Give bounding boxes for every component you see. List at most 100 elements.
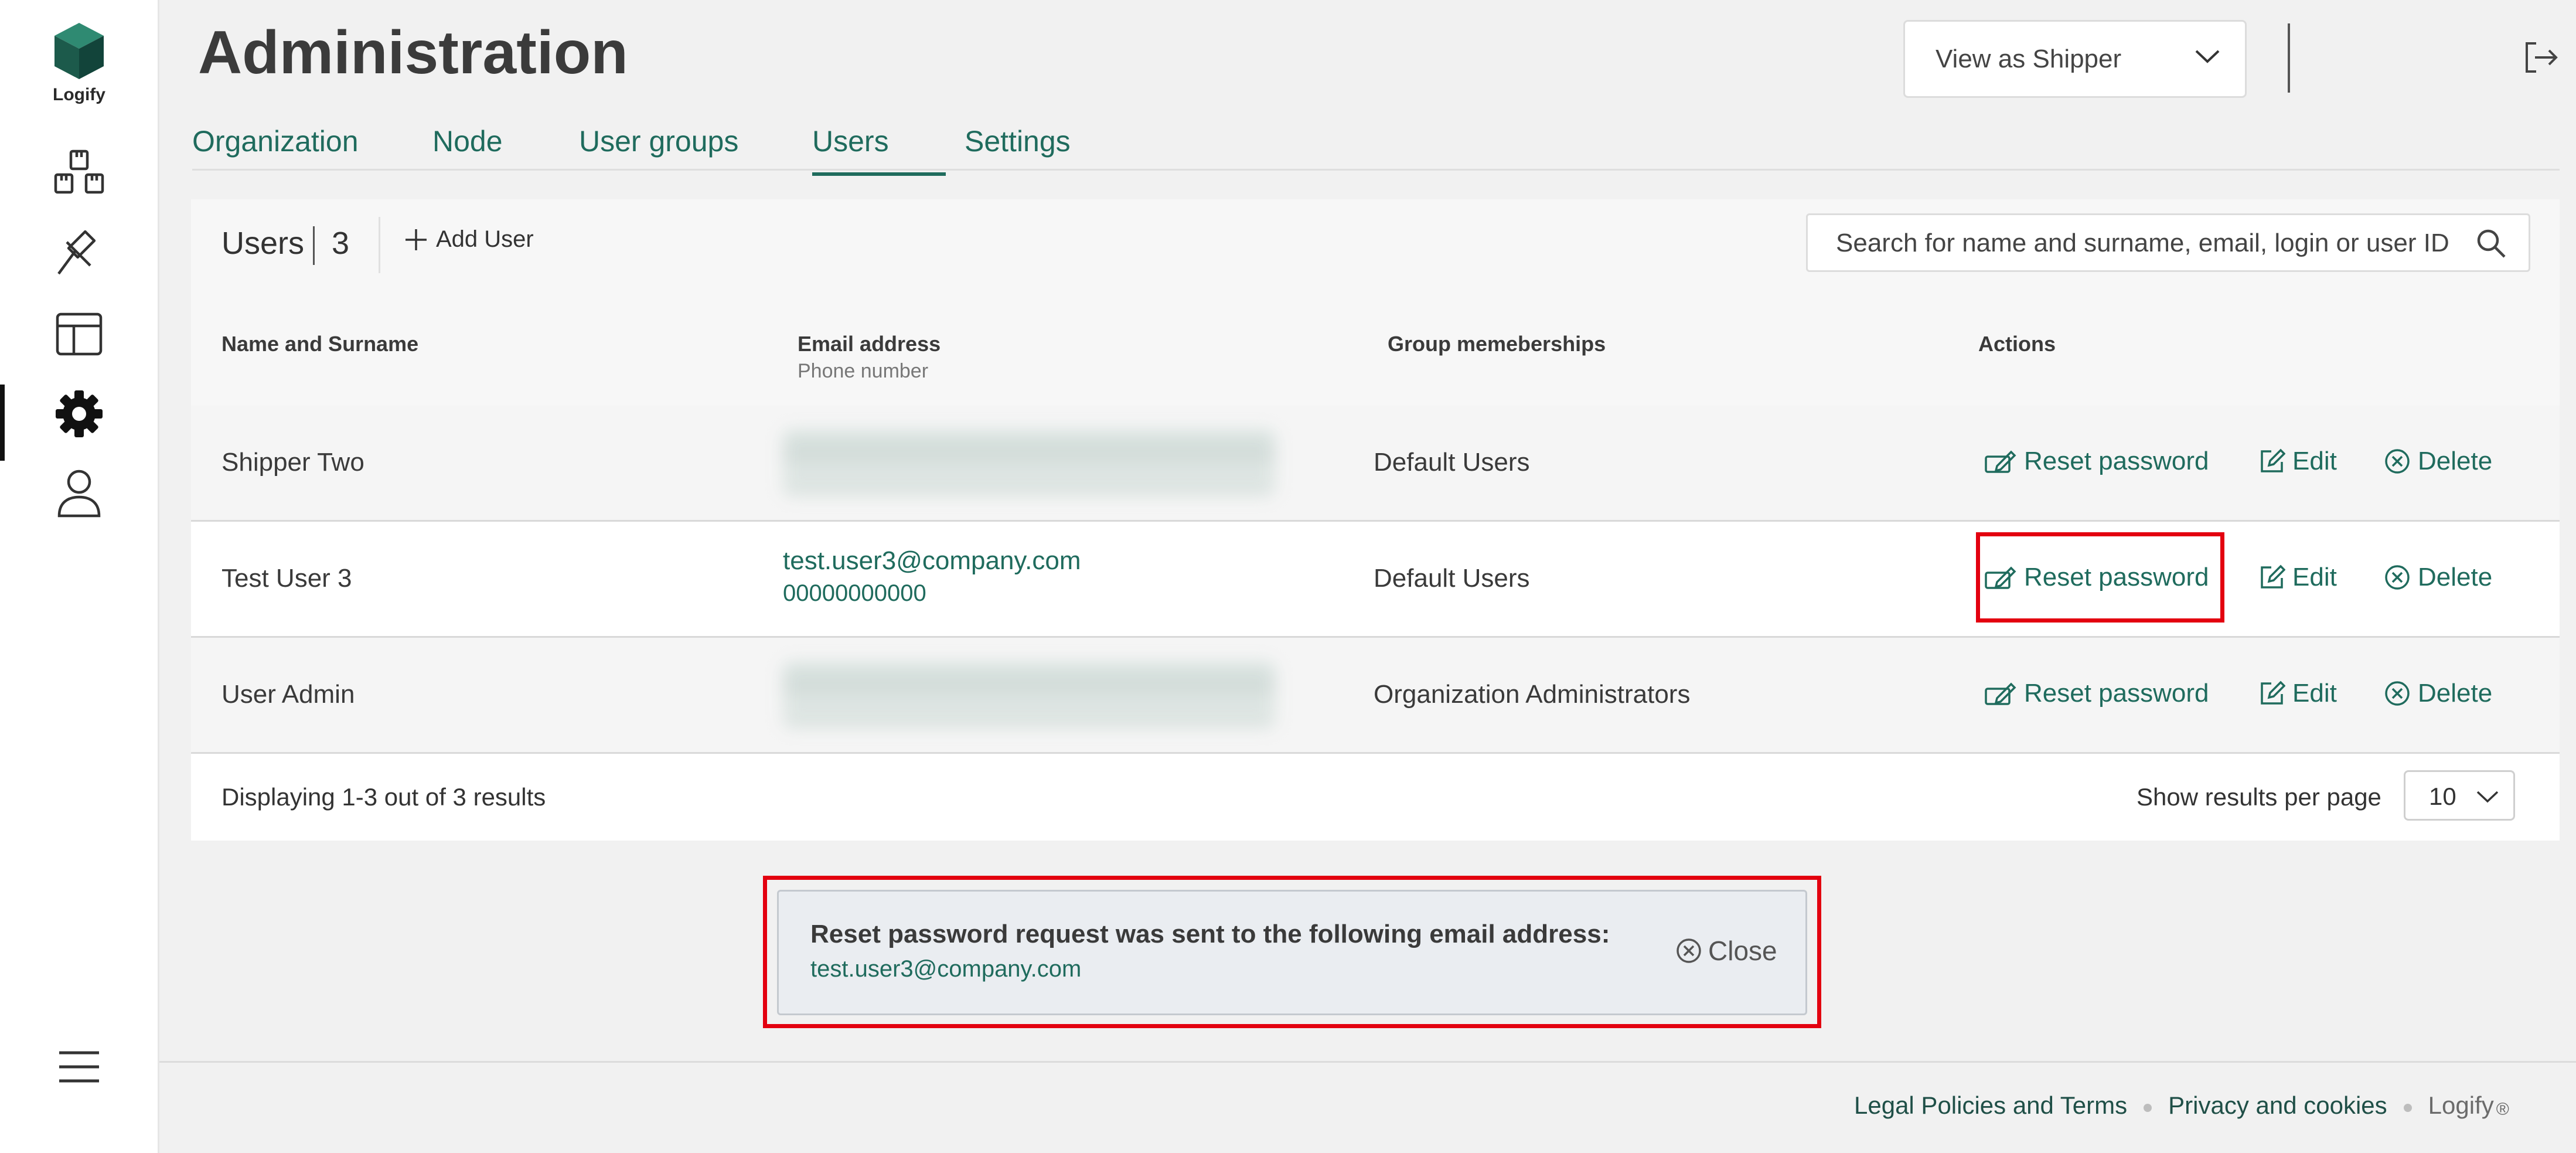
users-title: Users: [222, 226, 305, 261]
user-name: User Admin: [222, 680, 355, 709]
view-as-select-value: View as Shipper: [1936, 44, 2122, 73]
table-row: User Admin Organization Administrators R…: [191, 638, 2560, 754]
tab-organization[interactable]: Organization: [192, 124, 359, 158]
per-page-value: 10: [2429, 783, 2456, 810]
header-divider: [2288, 23, 2290, 93]
reset-password-icon: [1985, 682, 2016, 705]
tabs-divider: [192, 169, 2560, 171]
gear-icon: [55, 390, 103, 437]
delete-label: Delete: [2418, 563, 2493, 591]
layout-icon: [56, 312, 102, 356]
legal-link[interactable]: Legal Policies and Terms: [1854, 1091, 2127, 1120]
user-name: Test User 3: [222, 564, 352, 593]
delete-circle-x-icon: [2385, 565, 2410, 590]
close-circle-x-icon: [1677, 938, 1701, 963]
table-row: Test User 3 test.user3@company.com 00000…: [191, 522, 2560, 638]
delete-button[interactable]: Delete: [2384, 447, 2492, 476]
table-row: Shipper Two Default Users Reset password…: [191, 406, 2560, 522]
registered-mark: ®: [2496, 1100, 2509, 1119]
user-group: Organization Administrators: [1374, 680, 1691, 709]
user-group: Default Users: [1374, 564, 1530, 593]
column-email: Email address: [798, 332, 941, 356]
edit-button[interactable]: Edit: [2258, 563, 2337, 592]
tab-user-groups[interactable]: User groups: [579, 124, 738, 158]
edit-label: Edit: [2292, 447, 2337, 475]
close-notification-button[interactable]: Close: [1675, 935, 1777, 967]
add-user-label: Add User: [436, 226, 534, 252]
delete-label: Delete: [2418, 679, 2493, 708]
reset-password-label: Reset password: [2024, 679, 2209, 708]
reset-password-label: Reset password: [2024, 447, 2209, 475]
page-title: Administration: [198, 19, 628, 87]
email-redacted: [783, 430, 1275, 496]
edit-button[interactable]: Edit: [2258, 679, 2337, 708]
edit-label: Edit: [2292, 679, 2337, 708]
sidebar: Logify: [0, 0, 159, 1153]
table-header: Name and Surname Email address Phone num…: [191, 288, 2560, 406]
logo[interactable]: Logify: [44, 21, 114, 105]
users-panel: Users 3 Add User Name and Surname Email …: [191, 199, 2560, 841]
plus-icon: [406, 229, 427, 250]
delete-label: Delete: [2418, 447, 2493, 475]
notification-message: Reset password request was sent to the f…: [810, 920, 1610, 948]
reset-password-button[interactable]: Reset password: [1984, 563, 2209, 592]
tab-users[interactable]: Users: [812, 124, 946, 176]
tab-settings[interactable]: Settings: [965, 124, 1071, 158]
sidebar-item-menu[interactable]: [0, 1032, 158, 1102]
per-page-select[interactable]: 10: [2404, 770, 2515, 821]
edit-icon: [2261, 448, 2285, 472]
email-redacted: [783, 662, 1275, 728]
gavel-icon: [57, 230, 96, 275]
logo-cube-icon: [54, 23, 104, 79]
tab-node[interactable]: Node: [432, 124, 503, 158]
boxes-icon: [54, 149, 104, 194]
pagination-bar: Displaying 1-3 out of 3 results Show res…: [191, 754, 2560, 841]
sidebar-item-profile[interactable]: [0, 458, 158, 529]
delete-button[interactable]: Delete: [2384, 679, 2492, 708]
reset-notification: Reset password request was sent to the f…: [777, 890, 1807, 1015]
add-user-button[interactable]: Add User: [404, 226, 534, 253]
sidebar-item-shipments[interactable]: [0, 137, 158, 208]
users-count-separator: [313, 226, 315, 265]
user-search: [1806, 213, 2530, 272]
logout-button[interactable]: [2523, 41, 2558, 77]
edit-button[interactable]: Edit: [2258, 447, 2337, 476]
sidebar-item-dashboard[interactable]: [0, 299, 158, 369]
per-page-label: Show results per page: [2137, 783, 2381, 811]
column-groups: Group memeberships: [1388, 332, 1606, 356]
logout-icon: [2526, 42, 2558, 73]
footer-divider: [159, 1061, 2576, 1063]
close-label: Close: [1708, 936, 1777, 966]
user-email[interactable]: test.user3@company.com: [783, 546, 1081, 576]
user-group: Default Users: [1374, 448, 1530, 477]
view-as-select[interactable]: View as Shipper: [1903, 20, 2247, 98]
footer-dot: [2403, 1104, 2412, 1112]
edit-label: Edit: [2292, 563, 2337, 591]
column-name: Name and Surname: [222, 332, 419, 356]
notification-email: test.user3@company.com: [810, 956, 1082, 982]
delete-button[interactable]: Delete: [2384, 563, 2492, 592]
search-input[interactable]: [1836, 226, 2469, 261]
reset-password-icon: [1985, 450, 2016, 473]
privacy-link[interactable]: Privacy and cookies: [2168, 1091, 2387, 1120]
edit-icon: [2261, 681, 2285, 705]
logo-text: Logify: [53, 85, 105, 104]
user-phone[interactable]: 00000000000: [783, 580, 1081, 607]
users-toolbar: Users 3 Add User: [191, 199, 2560, 288]
reset-password-icon: [1985, 566, 2016, 589]
footer: Legal Policies and Terms Privacy and coo…: [1854, 1088, 2509, 1123]
menu-icon: [59, 1051, 99, 1083]
reset-password-label: Reset password: [2024, 563, 2209, 591]
user-name: Shipper Two: [222, 448, 364, 477]
sidebar-item-auctions[interactable]: [0, 218, 158, 288]
reset-password-button[interactable]: Reset password: [1984, 447, 2209, 476]
search-icon[interactable]: [2476, 228, 2506, 259]
edit-icon: [2261, 564, 2285, 589]
toolbar-divider: [379, 217, 380, 273]
user-icon: [57, 470, 100, 518]
reset-password-button[interactable]: Reset password: [1984, 679, 2209, 708]
footer-brand: Logify: [2428, 1091, 2494, 1119]
chevron-down-icon: [2476, 791, 2499, 803]
sidebar-item-administration[interactable]: [0, 379, 158, 461]
footer-dot: [2144, 1104, 2152, 1112]
